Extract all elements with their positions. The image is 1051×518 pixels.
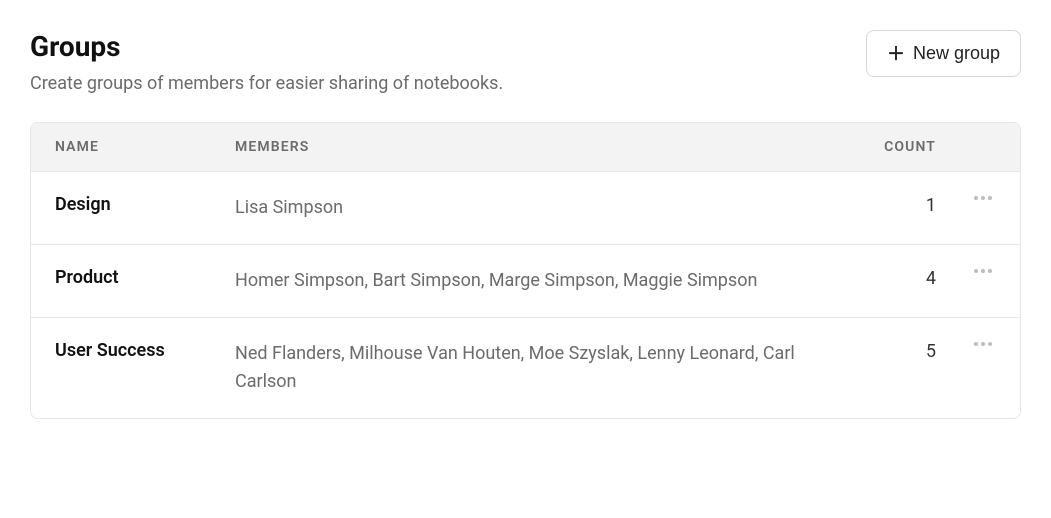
more-icon [988,196,992,200]
new-group-button[interactable]: ＋ New group [866,30,1021,77]
row-actions-button[interactable] [970,192,996,204]
table-row: Product Homer Simpson, Bart Simpson, Mar… [31,245,1020,318]
more-icon [974,342,978,346]
page-title: Groups [30,30,503,63]
group-count: 5 [866,340,936,362]
plus-icon: ＋ [887,45,905,63]
page-subtitle: Create groups of members for easier shar… [30,73,503,94]
groups-table: NAME MEMBERS COUNT Design Lisa Simpson 1… [30,122,1021,419]
group-count: 4 [866,267,936,289]
group-name: Design [55,194,235,215]
row-actions-button[interactable] [970,338,996,350]
group-members: Ned Flanders, Milhouse Van Houten, Moe S… [235,340,866,396]
col-header-count: COUNT [866,139,936,155]
new-group-label: New group [913,43,1000,64]
table-row: User Success Ned Flanders, Milhouse Van … [31,318,1020,418]
group-members: Homer Simpson, Bart Simpson, Marge Simps… [235,267,866,295]
more-icon [988,269,992,273]
title-block: Groups Create groups of members for easi… [30,30,503,94]
group-members: Lisa Simpson [235,194,866,222]
group-name: User Success [55,340,235,361]
page-header: Groups Create groups of members for easi… [30,30,1021,94]
table-row: Design Lisa Simpson 1 [31,172,1020,245]
more-icon [981,196,985,200]
row-actions-button[interactable] [970,265,996,277]
group-count: 1 [866,194,936,216]
more-icon [981,342,985,346]
more-icon [974,269,978,273]
more-icon [981,269,985,273]
col-header-members: MEMBERS [235,139,866,155]
more-icon [974,196,978,200]
more-icon [988,342,992,346]
col-header-name: NAME [55,139,235,155]
table-header: NAME MEMBERS COUNT [31,123,1020,172]
group-name: Product [55,267,235,288]
